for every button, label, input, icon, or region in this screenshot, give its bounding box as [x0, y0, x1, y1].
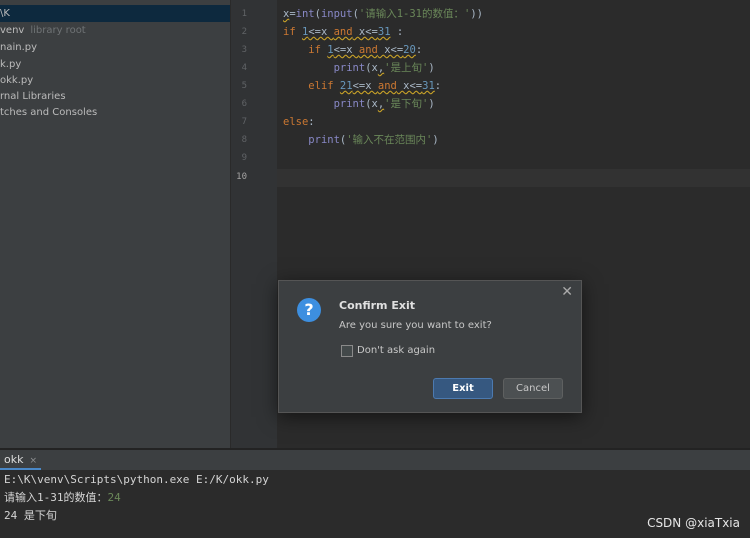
code-line-6: print(x,'是下旬')	[333, 98, 435, 110]
tree-item-main-py[interactable]: nain.py	[0, 39, 37, 56]
tree-item-okk-py[interactable]: okk.py	[0, 72, 33, 89]
tree-item-label: nain.py	[0, 42, 38, 53]
console-command-line: E:\K\venv\Scripts\python.exe E:/K/okk.py	[4, 473, 269, 486]
line-number: 4	[241, 63, 247, 73]
code-line-1: x=int(input('请输入1-31的数值：'))	[283, 8, 483, 20]
tree-item-label: rnal Libraries	[0, 91, 66, 102]
console-user-input: 24	[107, 491, 121, 504]
exit-button[interactable]: Exit	[433, 378, 493, 399]
line-number: 9	[241, 153, 247, 163]
cancel-button[interactable]: Cancel	[503, 378, 563, 399]
code-line-5: elif 21<=x and x<=31:	[308, 80, 442, 92]
run-tab-label: okk	[4, 453, 24, 466]
tree-item-scratches-consoles[interactable]: tches and Consoles	[0, 104, 97, 121]
tree-item-ok-py[interactable]: k.py	[0, 56, 21, 73]
line-number: 1	[241, 9, 247, 19]
line-number: 7	[241, 117, 247, 127]
tree-item-label: k.py	[0, 59, 22, 70]
tree-item-label: tches and Consoles	[0, 107, 98, 118]
tree-item-label: \K	[0, 8, 10, 19]
console-prompt-line: 请输入1-31的数值：24	[4, 489, 121, 507]
tree-item-venv[interactable]: venv library root	[0, 22, 86, 39]
dialog-message: Are you sure you want to exit?	[339, 320, 492, 331]
tree-item-external-libraries[interactable]: rnal Libraries	[0, 88, 66, 105]
line-number: 5	[241, 81, 247, 91]
current-line-highlight	[277, 169, 750, 187]
tree-item-project-root[interactable]: \K	[0, 5, 230, 22]
run-tab-okk[interactable]: okk ×	[0, 450, 42, 470]
confirm-exit-dialog: ✕ ? Confirm Exit Are you sure you want t…	[278, 280, 582, 413]
dialog-title: Confirm Exit	[339, 299, 415, 312]
line-number-current: 10	[236, 172, 247, 182]
code-line-3: if 1<=x and x<=20:	[308, 44, 423, 56]
line-number: 2	[241, 27, 247, 37]
console-result-line: 24 是下旬	[4, 509, 57, 522]
tree-item-label: venv	[0, 25, 25, 36]
console-prompt: 请输入1-31的数值：	[4, 491, 108, 504]
code-line-4: print(x,'是上旬')	[333, 62, 435, 74]
dont-ask-again-label[interactable]: Don't ask again	[357, 345, 435, 357]
line-number: 3	[241, 45, 247, 55]
project-panel: \K venv library root nain.py k.py okk.py …	[0, 0, 230, 448]
watermark: CSDN @xiaTxia	[647, 516, 740, 530]
run-console[interactable]: E:\K\venv\Scripts\python.exe E:/K/okk.py…	[0, 470, 750, 538]
code-line-8: print('输入不在范围内')	[308, 134, 439, 146]
close-tab-icon[interactable]: ×	[29, 456, 37, 466]
line-number: 8	[241, 135, 247, 145]
tree-item-label: okk.py	[0, 75, 34, 86]
close-icon[interactable]: ✕	[561, 284, 573, 300]
code-line-2: if 1<=x and x<=31 :	[283, 26, 404, 38]
library-root-hint: library root	[30, 25, 86, 36]
run-tool-window-header: okk ×	[0, 450, 750, 470]
line-number-gutter: 1 2 3 4 5 6 7 8 9 10	[231, 0, 277, 448]
dont-ask-again-checkbox[interactable]	[341, 345, 353, 357]
line-number: 6	[241, 99, 247, 109]
code-line-7: else:	[283, 116, 315, 128]
question-icon: ?	[297, 298, 321, 322]
